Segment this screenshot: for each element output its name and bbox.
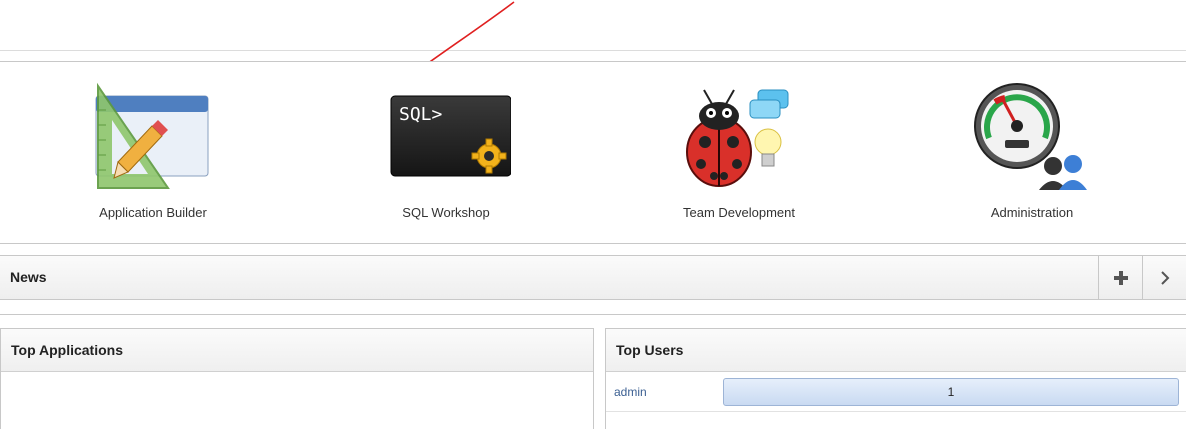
user-count-value: 1 bbox=[947, 385, 955, 399]
ladybug-icon bbox=[686, 89, 752, 187]
user-link[interactable]: admin bbox=[614, 385, 647, 399]
add-news-button[interactable] bbox=[1098, 256, 1142, 299]
tile-label: Administration bbox=[990, 205, 1074, 220]
administration-icon bbox=[974, 83, 1087, 190]
news-title: News bbox=[10, 269, 47, 285]
top-header-bar bbox=[0, 0, 1186, 51]
panel-title: Top Applications bbox=[11, 342, 123, 358]
tile-team-development[interactable]: Team Development bbox=[629, 62, 849, 243]
tile-label: Team Development bbox=[683, 205, 795, 220]
tile-administration[interactable]: Administration bbox=[922, 62, 1142, 243]
tile-sql-workshop[interactable]: SQL> SQL Workshop bbox=[336, 62, 556, 243]
team-development-icon bbox=[686, 89, 789, 187]
users-icon bbox=[1039, 155, 1087, 190]
panel-header: Top Applications bbox=[1, 329, 593, 372]
tile-label: SQL Workshop bbox=[402, 205, 490, 220]
chevron-right-icon bbox=[1161, 270, 1170, 285]
sql-prompt-text: SQL> bbox=[399, 104, 443, 125]
plus-icon bbox=[1113, 270, 1128, 285]
launcher-panel: Application Builder SQL> SQL Workshop Te… bbox=[0, 61, 1186, 244]
top-applications-panel: Top Applications bbox=[0, 328, 594, 429]
news-region: News bbox=[0, 255, 1186, 300]
top-users-panel: Top Users admin 1 bbox=[605, 328, 1186, 429]
sql-workshop-icon: SQL> bbox=[390, 95, 511, 177]
table-row: admin 1 bbox=[606, 373, 1186, 412]
tile-application-builder[interactable]: Application Builder bbox=[43, 62, 263, 243]
tile-label: Application Builder bbox=[99, 205, 207, 220]
panel-title: Top Users bbox=[616, 342, 684, 358]
panel-header: Top Users bbox=[606, 329, 1186, 372]
next-news-button[interactable] bbox=[1142, 256, 1186, 299]
section-divider bbox=[0, 314, 1186, 315]
application-builder-icon bbox=[95, 82, 209, 189]
